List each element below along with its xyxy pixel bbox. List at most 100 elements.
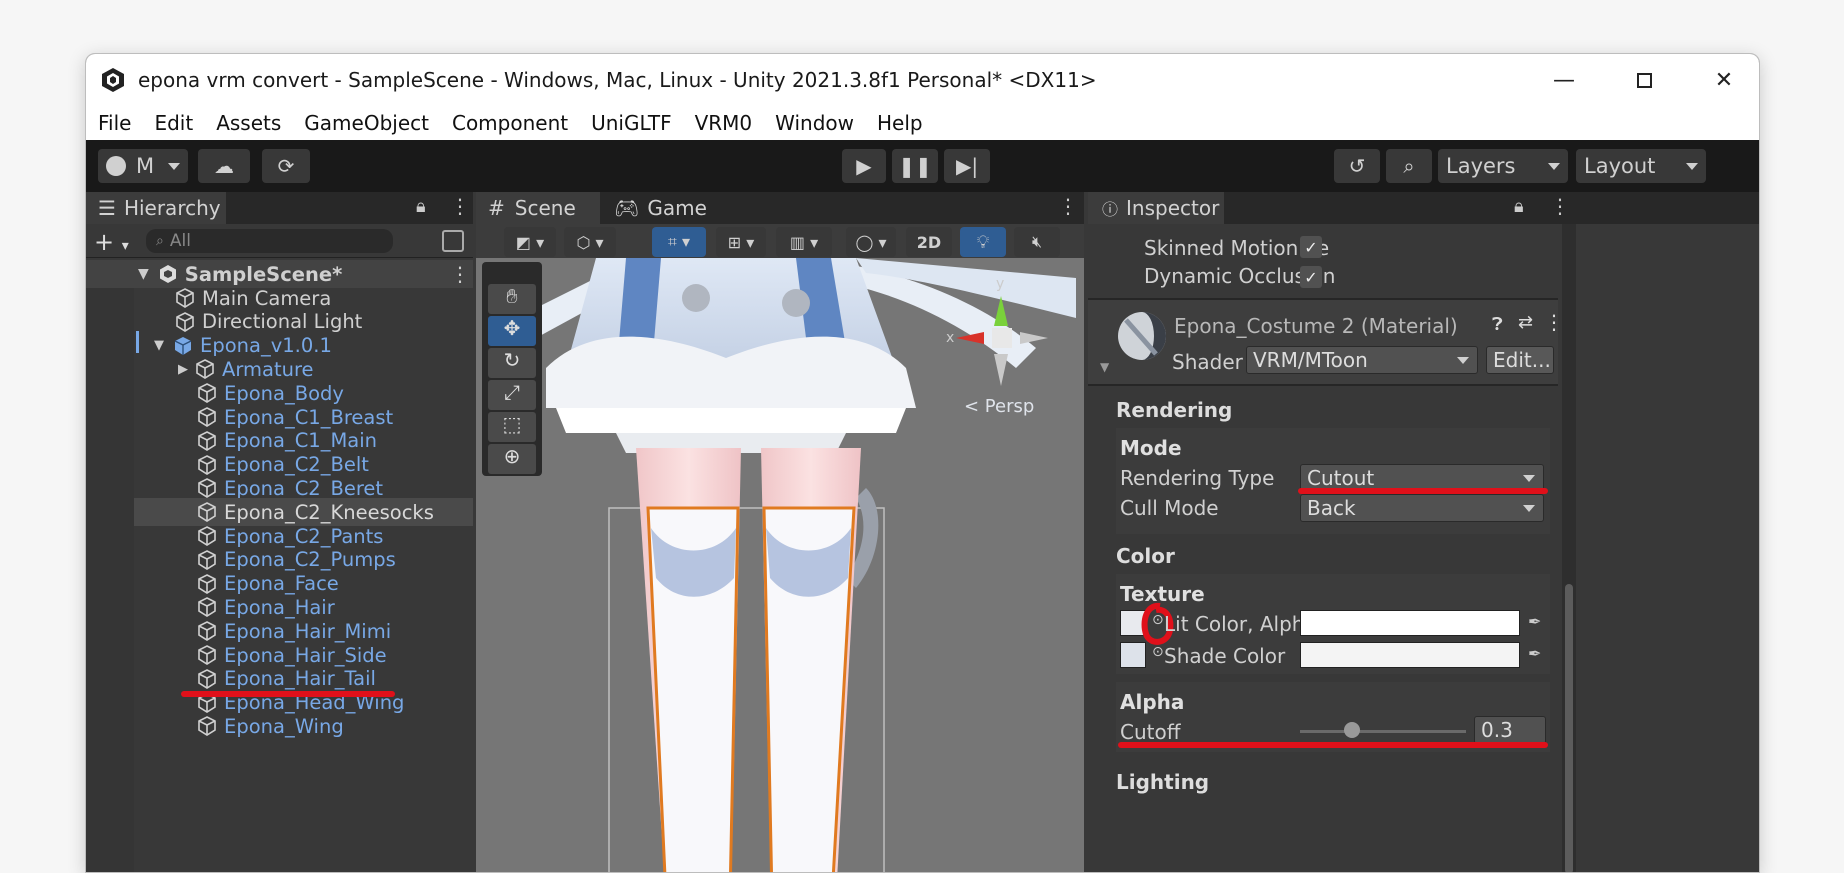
increment-snap-dropdown[interactable]: ▥ ▾ [776, 227, 832, 257]
minimize-icon[interactable]: — [1524, 54, 1604, 106]
tab-scene[interactable]: # Scene [476, 192, 600, 224]
rendering-type-label: Rendering Type [1120, 466, 1275, 490]
step-button[interactable]: ▶| [944, 149, 990, 183]
help-icon[interactable]: ❓︎ [1492, 314, 1503, 335]
menu-bar: File Edit Assets GameObject Component Un… [86, 106, 1759, 140]
hierarchy-item-label: Directional Light [202, 310, 363, 334]
close-icon[interactable]: ✕ [1684, 54, 1759, 106]
scene-kebab-icon[interactable]: ⋮ [1058, 194, 1078, 218]
list-icon: ☰ [98, 196, 116, 220]
tab-hierarchy[interactable]: ☰ Hierarchy [86, 192, 226, 224]
cutoff-value-field[interactable]: 0.3 [1474, 716, 1546, 744]
edit-shader-button[interactable]: Edit... [1486, 346, 1554, 374]
scene-panel: # Scene 🎮︎ Game ⋮ ◩ ▾ ⬡ ▾ ⌗ ▾ ⊞ ▾ ▥ ▾ ◯ … [476, 192, 1084, 872]
highlight-underline [1118, 742, 1548, 748]
draw-mode-dropdown[interactable]: ◩ ▾ [504, 227, 556, 257]
add-button[interactable]: + ▾ [94, 228, 129, 256]
highlight-underline [181, 691, 395, 697]
menu-vrm0[interactable]: VRM0 [695, 111, 753, 135]
scale-tool-icon[interactable]: ⤢ [488, 380, 536, 410]
cube-icon [198, 645, 216, 665]
cloud-icon[interactable]: ☁ [198, 149, 250, 183]
hand-tool-icon[interactable]: ✋︎ [488, 284, 536, 314]
expand-arrow-icon: ▼ [138, 266, 149, 282]
rotate-tool-icon[interactable]: ↻ [488, 348, 536, 378]
lighting-toggle-icon[interactable]: 💡︎ [960, 227, 1006, 257]
tab-game[interactable]: 🎮︎ Game [606, 192, 716, 224]
history-icon[interactable]: ↺ [1334, 149, 1380, 183]
play-button[interactable]: ▶ [842, 149, 886, 183]
layout-dropdown[interactable]: Layout [1576, 149, 1706, 183]
tab-scene-label: Scene [514, 196, 576, 220]
shader-dropdown[interactable]: VRM/MToon [1246, 346, 1478, 374]
persp-label[interactable]: < Persp [964, 396, 1034, 417]
maximize-icon[interactable] [1604, 54, 1684, 106]
cull-mode-dropdown[interactable]: Back [1300, 494, 1544, 522]
search-icon[interactable]: ⌕ [1386, 149, 1432, 183]
cutoff-value: 0.3 [1481, 718, 1513, 742]
shade-texture-picker-icon[interactable]: ⊙ [1152, 644, 1164, 660]
search-placeholder: All [169, 231, 191, 251]
menu-file[interactable]: File [98, 111, 131, 135]
pivot-tool-button[interactable]: ⌗ ▾ [652, 227, 706, 257]
prefab-indicator [136, 331, 139, 353]
tab-inspector[interactable]: ⓘ Inspector [1088, 192, 1224, 224]
collab-icon[interactable]: ⟳ [262, 149, 310, 183]
account-dropdown[interactable]: M [98, 149, 188, 183]
cube-icon [198, 383, 216, 404]
cutoff-slider-track[interactable] [1300, 730, 1466, 733]
hierarchy-item[interactable]: Epona_Wing [86, 712, 473, 740]
menu-gameobject[interactable]: GameObject [304, 111, 429, 135]
pause-button[interactable]: ❚❚ [892, 149, 938, 183]
cutoff-slider-handle[interactable] [1344, 722, 1360, 738]
skinned-motion-checkbox[interactable]: ✓ [1300, 236, 1322, 258]
cube-icon [176, 288, 194, 308]
2d-toggle-button[interactable]: 2D [906, 227, 952, 257]
shade-color-swatch[interactable] [1300, 642, 1520, 668]
gamepad-icon: 🎮︎ [614, 196, 640, 220]
preset-icon[interactable]: ⇄ [1518, 312, 1533, 333]
grid-snap-dropdown[interactable]: ⊞ ▾ [716, 227, 766, 257]
transform-tool-icon[interactable]: ⊕ [488, 444, 536, 474]
eyedropper-icon[interactable]: ✒︎ [1528, 612, 1541, 631]
search-input[interactable]: ⌕ All [146, 229, 393, 253]
scene-kebab-icon[interactable]: ⋮ [450, 262, 470, 286]
shade-texture-thumbnail[interactable] [1120, 642, 1146, 668]
orientation-gizmo[interactable]: y x [946, 274, 1066, 414]
menu-assets[interactable]: Assets [216, 111, 281, 135]
lock-icon[interactable]: 🔒︎ [1514, 196, 1524, 217]
menu-component[interactable]: Component [452, 111, 568, 135]
tab-game-label: Game [647, 196, 707, 220]
cube-icon [198, 621, 216, 642]
move-tool-icon[interactable]: ✥ [488, 316, 536, 346]
kebab-menu-icon[interactable]: ⋮ [450, 194, 470, 218]
lock-icon[interactable]: 🔒︎ [416, 196, 426, 217]
layers-dropdown[interactable]: Layers [1438, 149, 1568, 183]
unity-scene-icon [159, 265, 176, 283]
render-mode-dropdown[interactable]: ⬡ ▾ [564, 227, 616, 257]
unity-window: epona vrm convert - SampleScene - Window… [85, 53, 1760, 873]
menu-edit[interactable]: Edit [154, 111, 193, 135]
lit-color-swatch[interactable] [1300, 610, 1520, 636]
hierarchy-item-label: Epona_Body [224, 381, 344, 405]
hierarchy-item-label: Armature [222, 357, 314, 381]
scene-tabbar: # Scene 🎮︎ Game ⋮ [476, 192, 1084, 224]
cube-icon [198, 526, 216, 546]
menu-help[interactable]: Help [877, 111, 923, 135]
kebab-menu-icon[interactable]: ⋮ [1550, 194, 1570, 218]
eyedropper-icon[interactable]: ✒︎ [1528, 644, 1541, 663]
menu-unigltf[interactable]: UniGLTF [591, 111, 671, 135]
shading-dropdown[interactable]: ◯ ▾ [846, 227, 896, 257]
scene-visibility-icon[interactable] [442, 230, 464, 252]
hierarchy-item-label: Main Camera [202, 286, 332, 310]
material-header: ▼ Epona_Costume 2 (Material) ❓︎ ⇄ ⋮ Shad… [1088, 300, 1564, 384]
fold-arrow-icon[interactable]: ▼ [1100, 360, 1109, 374]
cube-icon [198, 573, 216, 594]
audio-toggle-icon[interactable]: 🔇︎ [1014, 227, 1060, 257]
dynamic-occlusion-checkbox[interactable]: ✓ [1300, 266, 1322, 288]
menu-window[interactable]: Window [775, 111, 854, 135]
inspector-scrollbar[interactable] [1562, 224, 1576, 872]
material-kebab-icon[interactable]: ⋮ [1544, 310, 1564, 334]
scene-viewport[interactable]: ✋︎ ✥ ↻ ⤢ ⬚ ⊕ y x < Persp [476, 258, 1084, 872]
rect-tool-icon[interactable]: ⬚ [488, 412, 536, 442]
